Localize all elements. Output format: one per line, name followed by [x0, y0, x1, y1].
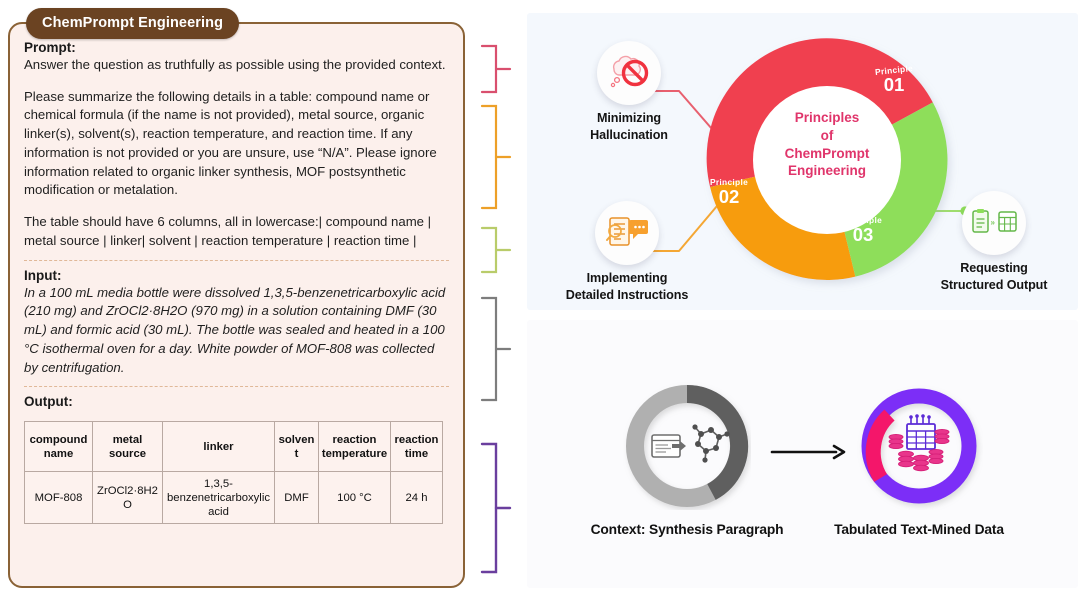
principles-panel: Principle 01 Principle 02 Principle 03 P… [527, 13, 1078, 310]
document-to-molecule-icon [651, 424, 730, 463]
bracket-prompt-line1 [478, 44, 512, 94]
th-reaction-time: reaction time [390, 421, 443, 473]
bracket-output [478, 442, 512, 574]
screenshot-root: Prompt: Answer the question as truthfull… [0, 0, 1080, 597]
document-chat-magnifier-icon [606, 217, 648, 246]
context-ring [623, 382, 751, 510]
flow-caption: Context: Synthesis Paragraph [590, 522, 784, 537]
node-implementing-detailed-instructions[interactable]: Implementing Detailed Instructions [565, 201, 689, 303]
center-line-3: ChemPrompt [784, 145, 870, 161]
principles-donut: Principle 01 Principle 02 Principle 03 P… [692, 25, 962, 295]
tabulated-ring [855, 382, 983, 510]
panel-title-tab: ChemPrompt Engineering [26, 8, 240, 39]
prompt-line1: Answer the question as truthfully as pos… [24, 57, 446, 72]
cell-solvent: DMF [274, 471, 319, 525]
cell-reaction-time: 24 h [390, 471, 443, 525]
node-minimizing-hallucination[interactable]: Minimizing Hallucination [567, 41, 691, 143]
center-line-1: Principles [794, 110, 860, 125]
cell-compound-name: MOF-808 [24, 471, 93, 525]
donut-center-text: Principles of ChemPrompt Engineering [755, 109, 899, 180]
output-table: compound name metal source linker solven… [24, 421, 443, 525]
table-header-row: compound name metal source linker solven… [24, 421, 443, 473]
cell-reaction-temperature: 100 °C [318, 471, 391, 525]
principle-02-label: Principle 02 [709, 177, 749, 207]
node-label-line1: Implementing [586, 271, 668, 285]
input-text: In a 100 mL media bottle were dissolved … [24, 284, 446, 375]
principle-03-label: Principle 03 [843, 215, 883, 245]
node-requesting-structured-output[interactable]: » Requesting Structured Output [932, 191, 1056, 293]
node-label-line1: Minimizing [596, 111, 662, 125]
structured-output-icon-bubble: » [962, 191, 1026, 255]
center-line-2: of [820, 127, 834, 143]
principle-01-label: Principle 01 [874, 63, 914, 95]
node-label-line2: Detailed Instructions [565, 287, 689, 302]
table-row: MOF-808 ZrOCl2·8H2O 1,3,5-benzenetricarb… [24, 471, 443, 525]
hallucination-icon-bubble [597, 41, 661, 105]
prompt-paragraph-2: Please summarize the following details i… [24, 88, 437, 198]
output-label: Output: [24, 394, 73, 410]
cell-linker: 1,3,5-benzenetricarboxylic acid [162, 471, 275, 525]
node-label-line2: Structured Output [940, 277, 1048, 292]
clipboard-to-table-icon: » [972, 209, 1017, 233]
prompt-paragraph-3: The table should have 6 columns, all in … [24, 214, 432, 248]
svg-text:»: » [991, 218, 996, 227]
node-label-line2: Hallucination [590, 127, 668, 142]
cell-metal-source: ZrOCl2·8H2O [92, 471, 163, 525]
instructions-icon-bubble [595, 201, 659, 265]
prompt-label: Prompt: [24, 40, 76, 55]
separator-prompt-input [24, 259, 449, 261]
no-entry-thought-bubble-icon [610, 55, 649, 88]
node-label-line1: Requesting [960, 261, 1028, 275]
bracket-input [478, 296, 512, 402]
center-line-4: Engineering [787, 163, 866, 179]
bracket-prompt-columns [478, 226, 512, 274]
flow-panel: Context: Synthesis Paragraph Tabulated T… [527, 320, 1078, 588]
th-reaction-temperature: reaction temperature [318, 421, 391, 473]
th-compound-name: compound name [24, 421, 93, 473]
th-linker: linker [162, 421, 275, 473]
input-label: Input: [24, 267, 62, 283]
separator-input-output [24, 386, 449, 388]
flow-item-tabulated-text-mined-data[interactable]: Tabulated Text-Mined Data [789, 382, 1049, 537]
th-solvent: solvent [274, 421, 319, 473]
database-table-icon [888, 414, 950, 472]
th-metal-source: metal source [92, 421, 163, 473]
chemprompt-panel: Prompt: Answer the question as truthfull… [8, 22, 465, 588]
bracket-prompt-summary [478, 104, 512, 210]
flow-caption: Tabulated Text-Mined Data [834, 522, 1004, 537]
